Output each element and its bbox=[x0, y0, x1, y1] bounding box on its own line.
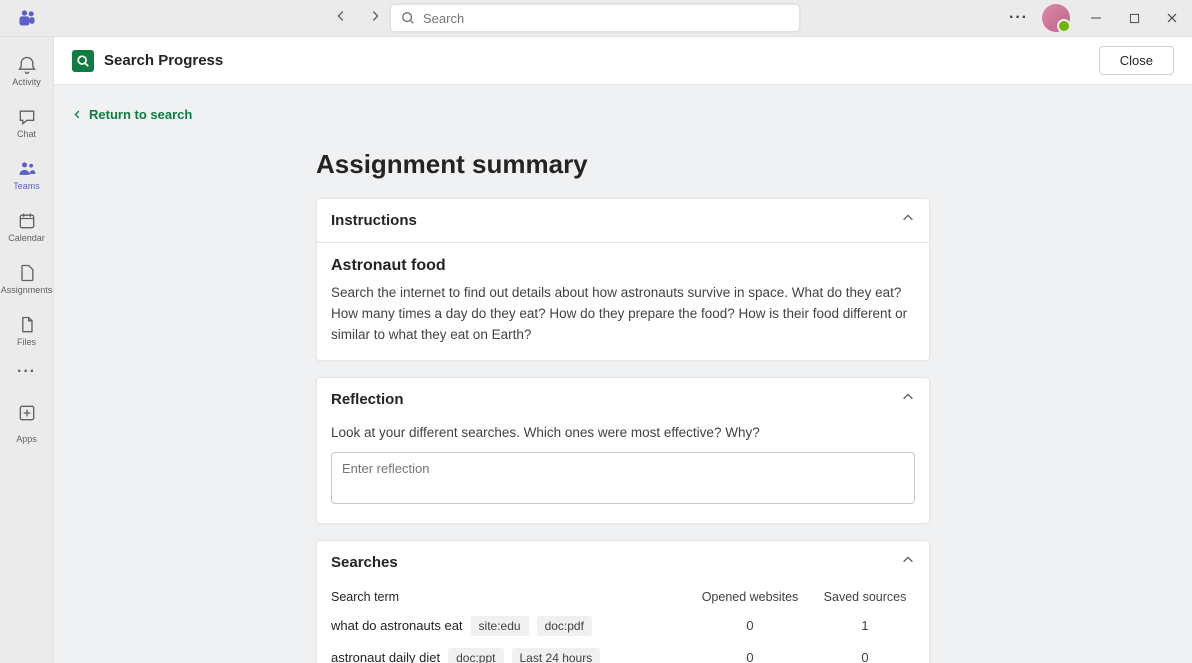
page-header: Search Progress Close bbox=[54, 37, 1192, 85]
card-title: Searches bbox=[331, 554, 398, 571]
page: Search Progress Close Return to search A… bbox=[54, 37, 1192, 663]
window-close-icon[interactable] bbox=[1160, 6, 1184, 30]
return-link[interactable]: Return to search bbox=[72, 107, 192, 122]
titlebar-more-icon[interactable]: ··· bbox=[1009, 9, 1028, 27]
rail-chat[interactable]: Chat bbox=[3, 99, 51, 147]
rail-label: Teams bbox=[13, 181, 40, 191]
teams-logo bbox=[0, 8, 54, 28]
rail-apps-label: Apps bbox=[16, 434, 37, 444]
instructions-card: Instructions Astronaut food Search the i… bbox=[316, 198, 930, 361]
rail-teams[interactable]: Teams bbox=[3, 151, 51, 199]
search-term-cell: astronaut daily diet doc:ppt Last 24 hours bbox=[331, 648, 685, 663]
rail-assignments[interactable]: Assignments bbox=[3, 255, 51, 303]
assignment-description: Search the internet to find out details … bbox=[331, 283, 915, 346]
rail-calendar[interactable]: Calendar bbox=[3, 203, 51, 251]
search-term-cell: what do astronauts eat site:edu doc:pdf bbox=[331, 616, 685, 636]
search-progress-icon bbox=[72, 50, 94, 72]
window-maximize-icon[interactable] bbox=[1122, 6, 1146, 30]
filter-tag: Last 24 hours bbox=[512, 648, 601, 663]
search-term-text: what do astronauts eat bbox=[331, 618, 463, 633]
chevron-left-icon bbox=[72, 109, 83, 120]
rail-apps[interactable] bbox=[17, 403, 37, 428]
rail-label: Assignments bbox=[1, 285, 53, 295]
filter-tag: site:edu bbox=[471, 616, 529, 636]
rail-activity[interactable]: Activity bbox=[3, 47, 51, 95]
searches-card: Searches Search term Opened websites Sav… bbox=[316, 540, 930, 663]
assignment-title: Astronaut food bbox=[331, 257, 915, 275]
saved-count: 1 bbox=[815, 618, 915, 633]
reflection-input[interactable] bbox=[331, 452, 915, 504]
close-button[interactable]: Close bbox=[1099, 46, 1174, 75]
rail-label: Chat bbox=[17, 129, 36, 139]
heading: Assignment summary bbox=[316, 149, 930, 180]
filter-tag: doc:ppt bbox=[448, 648, 503, 663]
reflection-toggle[interactable]: Reflection bbox=[317, 378, 929, 421]
table-row: what do astronauts eat site:edu doc:pdf 01 bbox=[331, 610, 915, 642]
rail-more-icon[interactable]: ··· bbox=[17, 363, 36, 381]
table-row: astronaut daily diet doc:ppt Last 24 hours… bbox=[331, 642, 915, 663]
search-icon bbox=[401, 11, 415, 25]
search-term-text: astronaut daily diet bbox=[331, 650, 440, 663]
opened-count: 0 bbox=[685, 618, 815, 633]
return-link-label: Return to search bbox=[89, 107, 192, 122]
col-header-saved: Saved sources bbox=[815, 590, 915, 604]
chevron-up-icon bbox=[901, 390, 915, 409]
card-title: Instructions bbox=[331, 212, 417, 229]
searches-toggle[interactable]: Searches bbox=[317, 541, 929, 584]
global-search[interactable] bbox=[390, 4, 800, 32]
rail-label: Files bbox=[17, 337, 36, 347]
rail-files[interactable]: Files bbox=[3, 307, 51, 355]
nav-forward-icon[interactable] bbox=[364, 5, 386, 32]
filter-tag: doc:pdf bbox=[537, 616, 592, 636]
rail-label: Activity bbox=[12, 77, 41, 87]
rail-label: Calendar bbox=[8, 233, 45, 243]
saved-count: 0 bbox=[815, 650, 915, 663]
searches-header-row: Search term Opened websites Saved source… bbox=[331, 584, 915, 610]
app-rail: Activity Chat Teams Calendar Assignments… bbox=[0, 37, 54, 663]
instructions-toggle[interactable]: Instructions bbox=[317, 199, 929, 243]
page-title: Search Progress bbox=[104, 52, 223, 69]
card-title: Reflection bbox=[331, 391, 404, 408]
chevron-up-icon bbox=[901, 211, 915, 230]
reflection-card: Reflection Look at your different search… bbox=[316, 377, 930, 524]
nav-back-icon[interactable] bbox=[330, 5, 352, 32]
titlebar: ··· bbox=[0, 0, 1192, 37]
col-header-term: Search term bbox=[331, 590, 685, 604]
opened-count: 0 bbox=[685, 650, 815, 663]
search-input[interactable] bbox=[423, 11, 789, 26]
chevron-up-icon bbox=[901, 553, 915, 572]
avatar[interactable] bbox=[1042, 4, 1070, 32]
window-minimize-icon[interactable] bbox=[1084, 6, 1108, 30]
reflection-prompt: Look at your different searches. Which o… bbox=[331, 425, 915, 440]
col-header-opened: Opened websites bbox=[685, 590, 815, 604]
